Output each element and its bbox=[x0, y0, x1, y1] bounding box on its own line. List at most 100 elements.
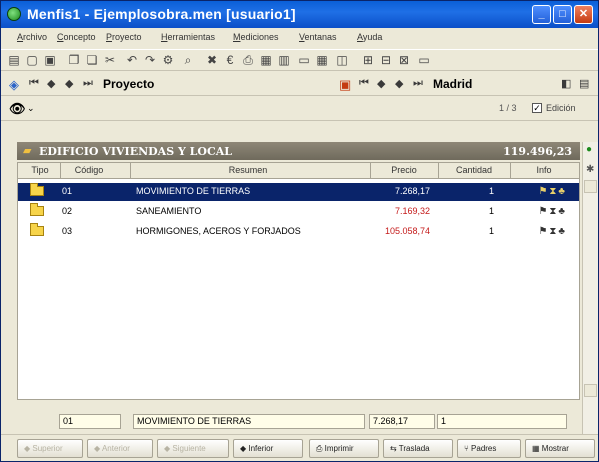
price-last-icon[interactable]: ⏭ bbox=[413, 77, 423, 90]
nav-first-icon[interactable]: ⏮ bbox=[29, 77, 39, 90]
show-icon: ▦ bbox=[532, 444, 542, 453]
edit-price-field[interactable]: 7.268,17 bbox=[369, 414, 435, 429]
mostrar-label: Mostrar bbox=[541, 444, 569, 453]
nav-next-icon[interactable]: ◆ bbox=[65, 77, 73, 90]
inferior-label: Inferior bbox=[248, 444, 274, 453]
binoculars-icon[interactable]: 👁 bbox=[9, 101, 26, 117]
window-title: Menfis1 - Ejemplosobra.men [usuario1] bbox=[27, 6, 296, 22]
region-label: Madrid bbox=[433, 77, 473, 91]
table-row[interactable]: 02 SANEAMIENTO 7.169,32 1 ⚑⧗♣ bbox=[18, 203, 579, 221]
print-icon[interactable]: ⎙ bbox=[241, 53, 255, 67]
currency-icon[interactable]: € bbox=[223, 53, 237, 67]
menu-concepto[interactable]: Concepto bbox=[57, 32, 96, 42]
superior-button[interactable]: ◆ Superior bbox=[17, 439, 83, 458]
menu-proyecto[interactable]: Proyecto bbox=[106, 32, 142, 42]
title-bar[interactable]: Menfis1 - Ejemplosobra.men [usuario1] _ … bbox=[1, 1, 598, 28]
filter-icon[interactable]: ◫ bbox=[335, 53, 349, 67]
menu-bar: Archivo Concepto Proyecto Herramientas M… bbox=[1, 28, 598, 48]
folder-icon bbox=[30, 183, 44, 196]
col-precio[interactable]: Precio bbox=[374, 165, 434, 175]
chart-icon[interactable]: ▦ bbox=[259, 53, 273, 67]
find-icon[interactable]: ⌕ bbox=[181, 53, 195, 67]
row-info-icons[interactable]: ⚑⧗♣ bbox=[538, 206, 567, 217]
options-icon[interactable]: ✱ bbox=[586, 164, 594, 175]
paste-icon[interactable]: ❏ bbox=[85, 53, 99, 67]
grid-icon[interactable]: ⊟ bbox=[379, 53, 393, 67]
imprimir-button[interactable]: ⎙ Imprimir bbox=[309, 439, 379, 458]
inferior-button[interactable]: ◆ Inferior bbox=[233, 439, 303, 458]
price-first-icon[interactable]: ⏮ bbox=[359, 77, 369, 90]
save-icon[interactable]: ▣ bbox=[43, 53, 57, 67]
edit-code-field[interactable]: 01 bbox=[59, 414, 121, 429]
padres-button[interactable]: ⑂ Padres bbox=[457, 439, 521, 458]
open-icon[interactable]: ▤ bbox=[7, 53, 21, 67]
anterior-button[interactable]: ◆ Anterior bbox=[87, 439, 153, 458]
col-cantidad[interactable]: Cantidad bbox=[442, 165, 506, 175]
price-next-icon[interactable]: ◆ bbox=[395, 77, 403, 90]
settings-icon[interactable]: ⚙ bbox=[161, 53, 175, 67]
search-dropdown-icon[interactable]: ⌄ bbox=[27, 103, 35, 114]
minimize-button[interactable]: _ bbox=[532, 5, 551, 24]
side-toolbar: ● ✱ bbox=[582, 142, 598, 442]
table-row[interactable]: 03 HORMIGONES, ACEROS Y FORJADOS 105.058… bbox=[18, 223, 579, 241]
nav-last-icon[interactable]: ⏭ bbox=[83, 77, 93, 90]
edit-summary-field[interactable]: MOVIMIENTO DE TIERRAS bbox=[133, 414, 365, 429]
maximize-button[interactable]: □ bbox=[553, 5, 572, 24]
table-icon[interactable]: ▦ bbox=[315, 53, 329, 67]
delete-icon[interactable]: ✖ bbox=[205, 53, 219, 67]
row-code: 01 bbox=[62, 186, 73, 196]
tree-icon[interactable]: ⊞ bbox=[361, 53, 375, 67]
bottom-button-bar: ◆ Superior ◆ Anterior ◆ Siguiente ◆ Infe… bbox=[1, 434, 598, 461]
status-icon[interactable]: ● bbox=[586, 144, 592, 155]
new-icon[interactable]: ▢ bbox=[25, 53, 39, 67]
traslada-button[interactable]: ⇆ Traslada bbox=[383, 439, 453, 458]
undo-icon[interactable]: ↶ bbox=[125, 53, 139, 67]
close-button[interactable]: ✕ bbox=[574, 5, 593, 24]
table-header: Tipo Código Resumen Precio Cantidad Info bbox=[18, 163, 579, 179]
menu-mediciones[interactable]: Mediciones bbox=[233, 32, 279, 42]
row-price: 7.268,17 bbox=[394, 186, 430, 196]
menu-archivo[interactable]: Archivo bbox=[17, 32, 47, 42]
chapter-header[interactable]: ▰ EDIFICIO VIVIENDAS Y LOCAL 119.496,23 bbox=[17, 142, 580, 160]
menu-herramientas[interactable]: Herramientas bbox=[161, 32, 215, 42]
traslada-label: Traslada bbox=[398, 444, 430, 453]
search-bar: 👁 ⌄ 1 / 3 ✓ Edición bbox=[1, 97, 598, 121]
document-view-icon[interactable]: ▤ bbox=[579, 77, 589, 90]
panel-icon[interactable]: ◧ bbox=[561, 77, 571, 90]
window-icon[interactable]: ▭ bbox=[417, 53, 431, 67]
calc-icon[interactable]: ⊠ bbox=[397, 53, 411, 67]
chapter-folder-icon: ▰ bbox=[23, 144, 32, 157]
price-prev-icon[interactable]: ◆ bbox=[377, 77, 385, 90]
project-tree-icon[interactable]: ◈ bbox=[9, 77, 19, 93]
anterior-label: Anterior bbox=[101, 444, 130, 453]
scroll-down-button[interactable] bbox=[584, 384, 597, 397]
col-tipo[interactable]: Tipo bbox=[22, 165, 58, 175]
cut-icon[interactable]: ✂ bbox=[103, 53, 117, 67]
menu-ventanas[interactable]: Ventanas bbox=[299, 32, 337, 42]
document-icon[interactable]: ▭ bbox=[297, 53, 311, 67]
redo-icon[interactable]: ↷ bbox=[143, 53, 157, 67]
row-info-icons[interactable]: ⚑⧗♣ bbox=[538, 226, 567, 237]
prices-icon[interactable]: ▣ bbox=[339, 77, 351, 93]
col-codigo[interactable]: Código bbox=[64, 165, 114, 175]
col-resumen[interactable]: Resumen bbox=[138, 165, 358, 175]
copy-icon[interactable]: ❐ bbox=[67, 53, 81, 67]
siguiente-button[interactable]: ◆ Siguiente bbox=[157, 439, 229, 458]
row-info-icons[interactable]: ⚑⧗♣ bbox=[538, 186, 567, 197]
scroll-up-button[interactable] bbox=[584, 180, 597, 193]
chapter-title: EDIFICIO VIVIENDAS Y LOCAL bbox=[39, 145, 233, 158]
imprimir-label: Imprimir bbox=[324, 444, 354, 453]
row-quantity: 1 bbox=[488, 186, 494, 196]
edicion-label: Edición bbox=[546, 103, 576, 113]
mostrar-button[interactable]: ▦ Mostrar bbox=[525, 439, 595, 458]
row-code: 02 bbox=[62, 206, 73, 216]
table-row[interactable]: 01 MOVIMIENTO DE TIERRAS 7.268,17 1 ⚑⧗♣ bbox=[18, 183, 579, 201]
edit-quantity-field[interactable]: 1 bbox=[437, 414, 567, 429]
graph-icon[interactable]: ▥ bbox=[277, 53, 291, 67]
superior-label: Superior bbox=[32, 444, 63, 453]
menu-ayuda[interactable]: Ayuda bbox=[357, 32, 382, 42]
col-info[interactable]: Info bbox=[514, 165, 574, 175]
printer-icon: ⎙ bbox=[316, 444, 325, 453]
edicion-checkbox[interactable]: ✓ bbox=[532, 103, 542, 113]
nav-prev-icon[interactable]: ◆ bbox=[47, 77, 55, 90]
